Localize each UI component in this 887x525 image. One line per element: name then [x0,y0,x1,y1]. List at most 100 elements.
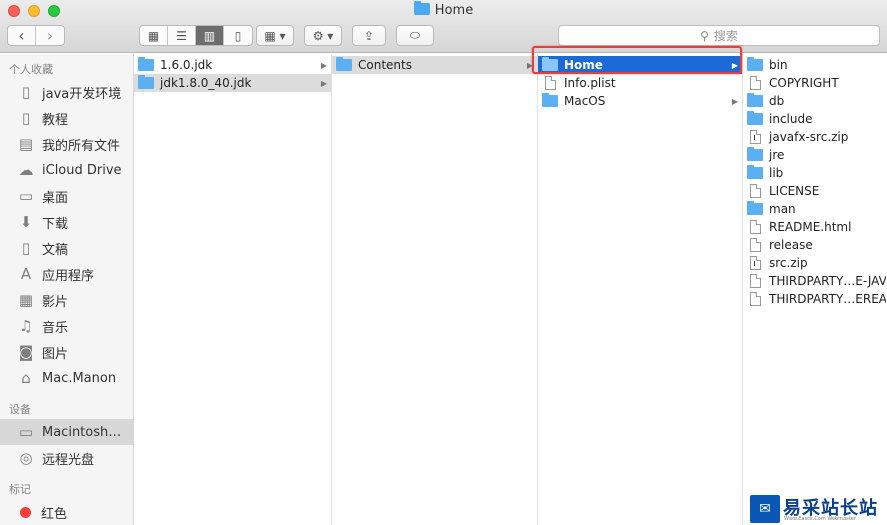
sidebar-item-label: 影片 [42,294,69,310]
arrange-icon: ▦ ▾ [264,28,286,43]
file-name: THIRDPARTY…EREADME.txt [769,292,886,306]
back-button[interactable]: ‹ [8,26,36,45]
sidebar-item[interactable]: A 应用程序 [0,261,133,287]
sidebar-item[interactable]: ⬇ 下载 [0,209,133,235]
file-name: include [769,112,813,126]
sidebar-item[interactable]: ▤ 我的所有文件 [0,131,133,157]
annotation-highlight-box [532,46,742,74]
sidebar-item[interactable]: ⌂ Mac.Manon [0,365,133,391]
sidebar-item-label: 桌面 [42,190,69,206]
folder-icon [336,57,352,71]
watermark-logo-icon: ✉ [750,495,780,523]
share-icon: ⇪ [363,28,375,43]
file-name: 1.6.0.jdk [160,58,213,72]
column-1: 1.6.0.jdk ▶ jdk1.8.0_40.jdk ▶ [134,54,332,525]
window-title: Home [0,1,887,18]
download-icon: ⬇ [19,213,33,231]
file-row-jre[interactable]: jre [743,146,886,164]
sidebar-item[interactable]: ▯ java开发环境 [0,79,133,105]
file-row-javafx-src-zip[interactable]: javafx-src.zip [743,128,886,146]
toolbar: Home ‹ › ▦ ☰ ▥ ▯ ▦ ▾ ⚙ ▾ ⇪ ⬭ ⚲ 搜索 [0,0,887,53]
sidebar-item[interactable]: ▯ 文稿 [0,235,133,261]
document-icon [750,220,761,234]
file-row-lib[interactable]: lib [743,164,886,182]
file-name: javafx-src.zip [769,130,849,144]
sidebar-item-label: 我的所有文件 [42,138,121,154]
tags-button[interactable]: ⬭ [396,25,434,46]
search-field[interactable]: ⚲ 搜索 [558,25,880,46]
cloud-icon: ☁ [18,161,34,179]
sidebar-item[interactable]: ◙ 图片 [0,339,133,365]
file-row-db[interactable]: db [743,92,886,110]
sidebar-item[interactable]: ▭ 桌面 [0,183,133,209]
icon-view-icon: ▦ [147,28,160,43]
file-row-info-plist[interactable]: Info.plist [538,74,742,92]
file-row-thirdparty-e-javafx-txt[interactable]: THIRDPARTY…E-JAVAFX.txt [743,272,886,290]
file-row-macos[interactable]: MacOS ▶ [538,92,742,110]
sidebar-item-label: 下载 [42,216,69,232]
sidebar-item-label: 音乐 [42,320,69,336]
pictures-icon: ◙ [18,343,34,361]
forward-button[interactable]: › [36,26,64,45]
file-row-release[interactable]: release [743,236,886,254]
document-icon [750,274,761,288]
file-name: man [769,202,796,216]
file-row-thirdparty-ereadme-txt[interactable]: THIRDPARTY…EREADME.txt [743,290,886,308]
sidebar-item-label: iCloud Drive [42,162,122,178]
file-row-contents[interactable]: Contents ▶ [332,56,537,74]
sidebar-item[interactable]: ♫ 音乐 [0,313,133,339]
sidebar-item[interactable]: ◎ 远程光盘 [0,445,133,471]
watermark-logo-glyph: ✉ [759,501,771,517]
search-icon: ⚲ [700,28,709,43]
document-icon [750,292,761,306]
document-icon [750,238,761,252]
file-name: COPYRIGHT [769,76,839,90]
applications-icon: A [20,265,32,283]
file-name: MacOS [564,94,606,108]
file-row-src-zip[interactable]: src.zip [743,254,886,272]
arrange-button[interactable]: ▦ ▾ [256,25,294,46]
file-row-readme-html[interactable]: README.html [743,218,886,236]
file-name: db [769,94,785,108]
action-button[interactable]: ⚙ ▾ [304,25,342,46]
file-name: jdk1.8.0_40.jdk [160,76,252,90]
disk-icon: ▭ [18,423,34,441]
forward-icon: › [46,26,54,45]
column-4: bin COPYRIGHT db include javafx-src.zip jre li… [743,54,887,525]
sidebar-item-label: Macintosh… [42,424,122,440]
file-row-1-6-0-jdk[interactable]: 1.6.0.jdk ▶ [134,56,331,74]
file-row-man[interactable]: man [743,200,886,218]
column-view-icon: ▥ [203,28,216,43]
sidebar-item-label: 文稿 [42,242,69,258]
folder-icon [138,57,154,71]
sidebar-item[interactable]: 红色 [0,499,133,525]
column-view-button[interactable]: ▥ [196,26,224,45]
file-row-copyright[interactable]: COPYRIGHT [743,74,886,92]
list-view-button[interactable]: ☰ [168,26,196,45]
sidebar-section-heading: 标记 [9,483,31,496]
disclosure-arrow-icon: ▶ [320,60,327,70]
disclosure-arrow-icon: ▶ [320,78,327,88]
sidebar-item[interactable]: ▯ 教程 [0,105,133,131]
sidebar-item[interactable]: ▭ Macintosh… [0,419,133,445]
sidebar-item[interactable]: ☁ iCloud Drive [0,157,133,183]
file-row-jdk1-8-0-40-jdk[interactable]: jdk1.8.0_40.jdk ▶ [134,74,331,92]
sidebar-item-label: 教程 [42,112,69,128]
share-button[interactable]: ⇪ [352,25,386,46]
folder-icon [747,165,763,179]
file-row-license[interactable]: LICENSE [743,182,886,200]
sidebar-item[interactable]: ▦ 影片 [0,287,133,313]
file-row-include[interactable]: include [743,110,886,128]
file-name: release [769,238,813,252]
watermark-subtext: Www.Easck.Com Webmaster [784,516,856,522]
column-3: Home ▶ Info.plist MacOS ▶ [538,54,743,525]
disclosure-arrow-icon: ▶ [731,96,738,106]
icon-view-button[interactable]: ▦ [140,26,168,45]
file-name: Info.plist [564,76,616,90]
coverflow-view-button[interactable]: ▯ [224,26,252,45]
movies-icon: ▦ [18,291,34,309]
sidebar-item-label: java开发环境 [42,86,122,102]
search-placeholder: 搜索 [713,29,738,43]
sidebar-item-label: 红色 [41,506,68,522]
file-row-bin[interactable]: bin [743,56,886,74]
